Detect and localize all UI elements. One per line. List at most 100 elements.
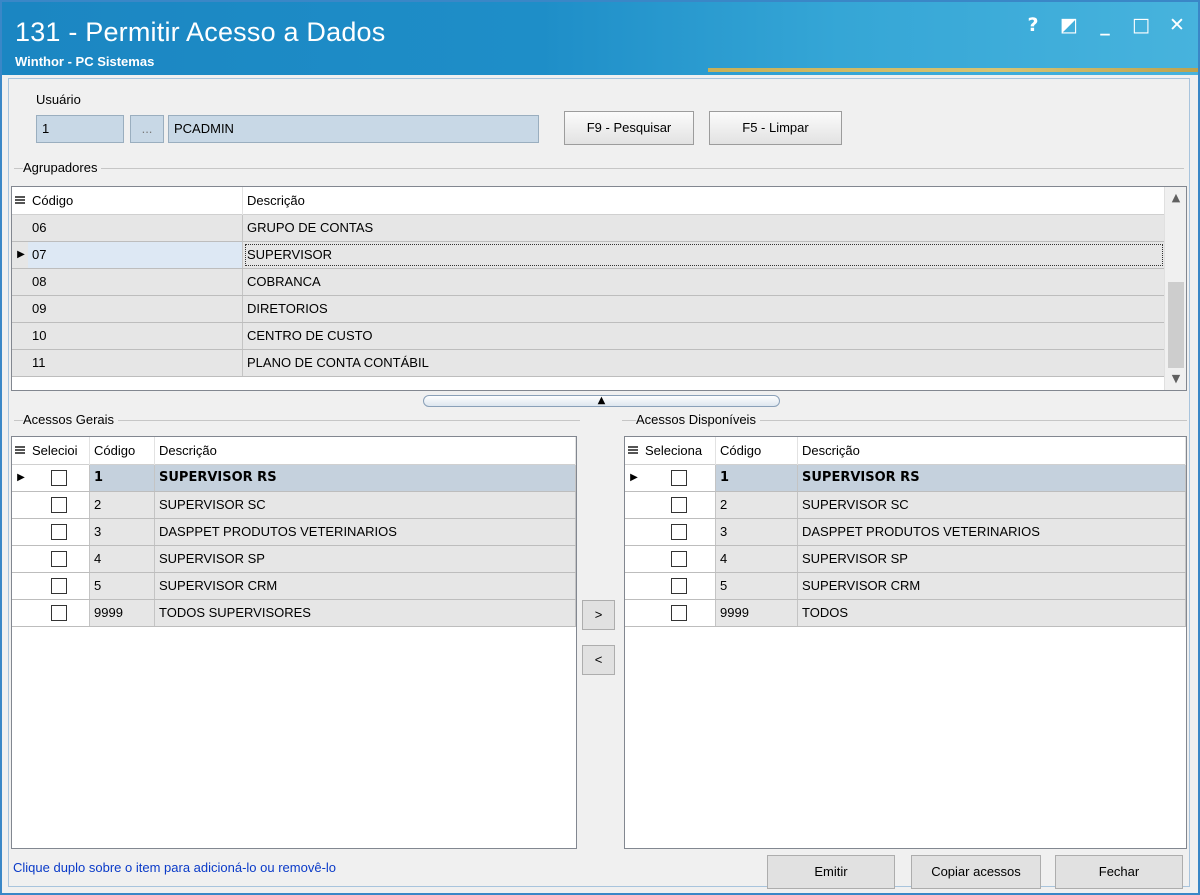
scroll-down-icon[interactable]: ▼ [1165,370,1186,388]
table-row[interactable]: 3 DASPPET PRODUTOS VETERINARIOS [12,519,576,546]
emit-button[interactable]: Emitir [767,855,895,889]
table-row[interactable]: 3 DASPPET PRODUTOS VETERINARIOS [625,519,1186,546]
header-descricao[interactable]: Descrição [155,437,576,465]
cell-description[interactable]: SUPERVISOR SC [155,492,576,518]
table-row[interactable]: 9999 TODOS SUPERVISORES [12,600,576,627]
cell-code[interactable]: 3 [90,519,155,545]
cell-code[interactable]: 10 [28,323,243,349]
help-icon[interactable]: ? [1022,14,1044,36]
user-code-field[interactable]: 1 [36,115,124,143]
select-checkbox[interactable] [671,497,687,513]
user-lookup-button[interactable]: ... [130,115,164,143]
select-checkbox[interactable] [671,578,687,594]
cell-code[interactable]: 1 [716,465,798,491]
cell-description[interactable]: SUPERVISOR CRM [798,573,1186,599]
maximize-icon[interactable]: □ [1130,14,1152,36]
cell-description[interactable]: DIRETORIOS [243,296,1165,322]
clear-button[interactable]: F5 - Limpar [709,111,842,145]
select-checkbox[interactable] [671,524,687,540]
table-row[interactable]: 5 SUPERVISOR CRM [12,573,576,600]
cell-code[interactable]: 08 [28,269,243,295]
cell-code[interactable]: 2 [716,492,798,518]
user-name-field[interactable]: PCADMIN [168,115,539,143]
cell-description[interactable]: SUPERVISOR RS [155,465,576,491]
panel-splitter[interactable]: ▲ [423,395,780,407]
table-row[interactable]: ▶ 1 SUPERVISOR RS [12,465,576,492]
remove-access-button[interactable]: < [582,645,615,675]
title-bar[interactable]: 131 - Permitir Acesso a Dados Winthor - … [2,2,1198,75]
groupers-grid[interactable]: Código Descrição 06 GRUPO DE CONTAS ▶ 07 SUP… [11,186,1187,391]
cell-code[interactable]: 5 [716,573,798,599]
select-checkbox[interactable] [51,497,67,513]
cell-code[interactable]: 4 [90,546,155,572]
select-checkbox[interactable] [51,524,67,540]
header-selecionar[interactable]: Seleciona [641,437,716,465]
column-chooser-icon[interactable] [628,446,638,456]
select-checkbox[interactable] [51,470,67,486]
cell-description[interactable]: CENTRO DE CUSTO [243,323,1165,349]
table-row[interactable]: 5 SUPERVISOR CRM [625,573,1186,600]
restore-icon[interactable]: ◩ [1058,14,1080,36]
copy-access-button[interactable]: Copiar acessos [911,855,1041,889]
close-button[interactable]: Fechar [1055,855,1183,889]
cell-code[interactable]: 9999 [90,600,155,626]
add-access-button[interactable]: > [582,600,615,630]
cell-code[interactable]: 07 [28,242,243,268]
select-checkbox[interactable] [51,551,67,567]
table-row[interactable]: 06 GRUPO DE CONTAS [12,215,1165,242]
cell-code[interactable]: 1 [90,465,155,491]
cell-description[interactable]: DASPPET PRODUTOS VETERINARIOS [798,519,1186,545]
table-row[interactable]: 09 DIRETORIOS [12,296,1165,323]
cell-description[interactable]: GRUPO DE CONTAS [243,215,1165,241]
select-checkbox[interactable] [671,605,687,621]
table-row[interactable]: 10 CENTRO DE CUSTO [12,323,1165,350]
header-codigo[interactable]: Código [716,437,798,465]
cell-description[interactable]: PLANO DE CONTA CONTÁBIL [243,350,1165,376]
table-row[interactable]: 4 SUPERVISOR SP [625,546,1186,573]
table-row[interactable]: 2 SUPERVISOR SC [625,492,1186,519]
available-access-grid[interactable]: Seleciona Código Descrição ▶ 1 SUPERVISOR … [624,436,1187,849]
cell-description[interactable]: SUPERVISOR SP [798,546,1186,572]
cell-description[interactable]: DASPPET PRODUTOS VETERINARIOS [155,519,576,545]
groupers-scrollbar[interactable]: ▲ ▼ [1164,187,1186,390]
select-checkbox[interactable] [671,470,687,486]
header-codigo[interactable]: Código [28,187,243,215]
table-row[interactable]: 08 COBRANCA [12,269,1165,296]
cell-description[interactable]: SUPERVISOR RS [798,465,1186,491]
cell-description[interactable]: TODOS SUPERVISORES [155,600,576,626]
cell-code[interactable]: 3 [716,519,798,545]
cell-description[interactable]: TODOS [798,600,1186,626]
select-checkbox[interactable] [51,578,67,594]
general-access-grid[interactable]: Selecioi Código Descrição ▶ 1 SUPERVISOR R… [11,436,577,849]
scroll-up-icon[interactable]: ▲ [1165,189,1186,207]
cell-description[interactable]: SUPERVISOR [243,242,1165,268]
cell-code[interactable]: 09 [28,296,243,322]
cell-code[interactable]: 5 [90,573,155,599]
header-descricao[interactable]: Descrição [243,187,1165,215]
header-descricao[interactable]: Descrição [798,437,1186,465]
scrollbar-thumb[interactable] [1168,282,1184,368]
header-selecionar[interactable]: Selecioi [28,437,90,465]
cell-description[interactable]: SUPERVISOR CRM [155,573,576,599]
cell-description[interactable]: COBRANCA [243,269,1165,295]
cell-code[interactable]: 06 [28,215,243,241]
table-row[interactable]: 11 PLANO DE CONTA CONTÁBIL [12,350,1165,377]
column-chooser-icon[interactable] [15,196,25,206]
cell-description[interactable]: SUPERVISOR SC [798,492,1186,518]
header-codigo[interactable]: Código [90,437,155,465]
table-row[interactable]: 2 SUPERVISOR SC [12,492,576,519]
column-chooser-icon[interactable] [15,446,25,456]
cell-description[interactable]: SUPERVISOR SP [155,546,576,572]
table-row[interactable]: ▶ 07 SUPERVISOR [12,242,1165,269]
table-row[interactable]: 4 SUPERVISOR SP [12,546,576,573]
close-icon[interactable]: ✕ [1166,14,1188,36]
cell-code[interactable]: 11 [28,350,243,376]
cell-code[interactable]: 4 [716,546,798,572]
select-checkbox[interactable] [51,605,67,621]
cell-code[interactable]: 9999 [716,600,798,626]
table-row[interactable]: ▶ 1 SUPERVISOR RS [625,465,1186,492]
cell-code[interactable]: 2 [90,492,155,518]
table-row[interactable]: 9999 TODOS [625,600,1186,627]
minimize-icon[interactable]: _ [1094,14,1116,36]
search-button[interactable]: F9 - Pesquisar [564,111,694,145]
